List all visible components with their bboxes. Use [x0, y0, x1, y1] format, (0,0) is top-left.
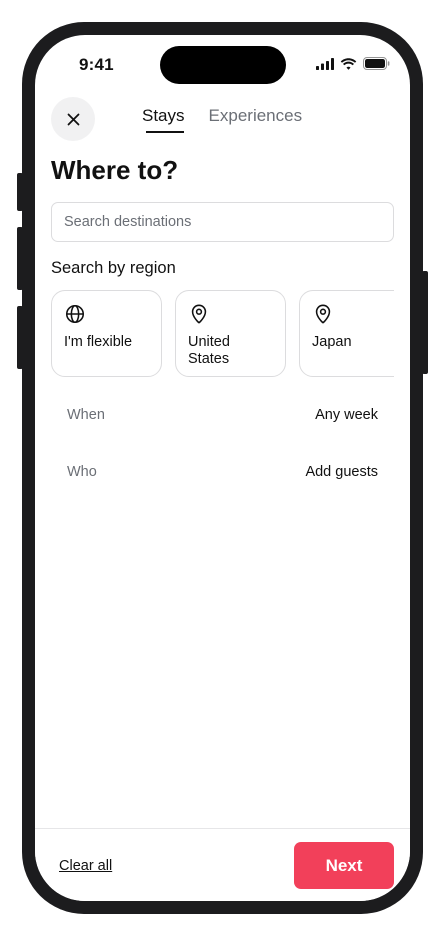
region-card-united-states[interactable]: United States [175, 290, 286, 377]
region-card-japan[interactable]: Japan [299, 290, 394, 377]
when-row[interactable]: When Any week [51, 393, 394, 437]
page-title: Where to? [51, 155, 179, 185]
status-bar: 9:41 [35, 35, 410, 95]
clear-all-link[interactable]: Clear all [59, 858, 112, 874]
when-label: When [67, 407, 105, 423]
next-button[interactable]: Next [294, 842, 394, 889]
dynamic-island [160, 46, 286, 84]
region-section-title: Search by region [51, 259, 176, 277]
tab-experiences[interactable]: Experiences [209, 106, 303, 132]
status-time: 9:41 [79, 55, 114, 74]
map-pin-icon [315, 304, 331, 324]
tab-bar: Stays Experiences [142, 106, 303, 133]
signal-icon [316, 57, 334, 70]
footer-bar: Clear all Next [35, 828, 410, 901]
search-input[interactable] [51, 202, 394, 242]
close-button[interactable] [51, 97, 95, 141]
battery-icon [363, 57, 390, 70]
region-label: United States [188, 334, 230, 367]
region-card-flexible[interactable]: I'm flexible [51, 290, 162, 377]
globe-icon [65, 304, 85, 324]
when-value: Any week [315, 407, 378, 423]
who-row[interactable]: Who Add guests [51, 450, 394, 494]
region-label: I'm flexible [64, 334, 133, 350]
region-carousel[interactable]: I'm flexible United States Japan [51, 290, 394, 380]
screen: 9:41 Stays Experiences Where to? Search … [35, 35, 410, 901]
who-value: Add guests [305, 464, 378, 480]
close-icon [67, 113, 79, 125]
tab-stays[interactable]: Stays [142, 106, 185, 133]
who-label: Who [67, 464, 97, 480]
region-label: Japan [312, 334, 352, 350]
status-icons [316, 57, 390, 70]
map-pin-icon [191, 304, 207, 324]
region-track: I'm flexible United States Japan [51, 290, 394, 377]
wifi-icon [340, 57, 357, 70]
